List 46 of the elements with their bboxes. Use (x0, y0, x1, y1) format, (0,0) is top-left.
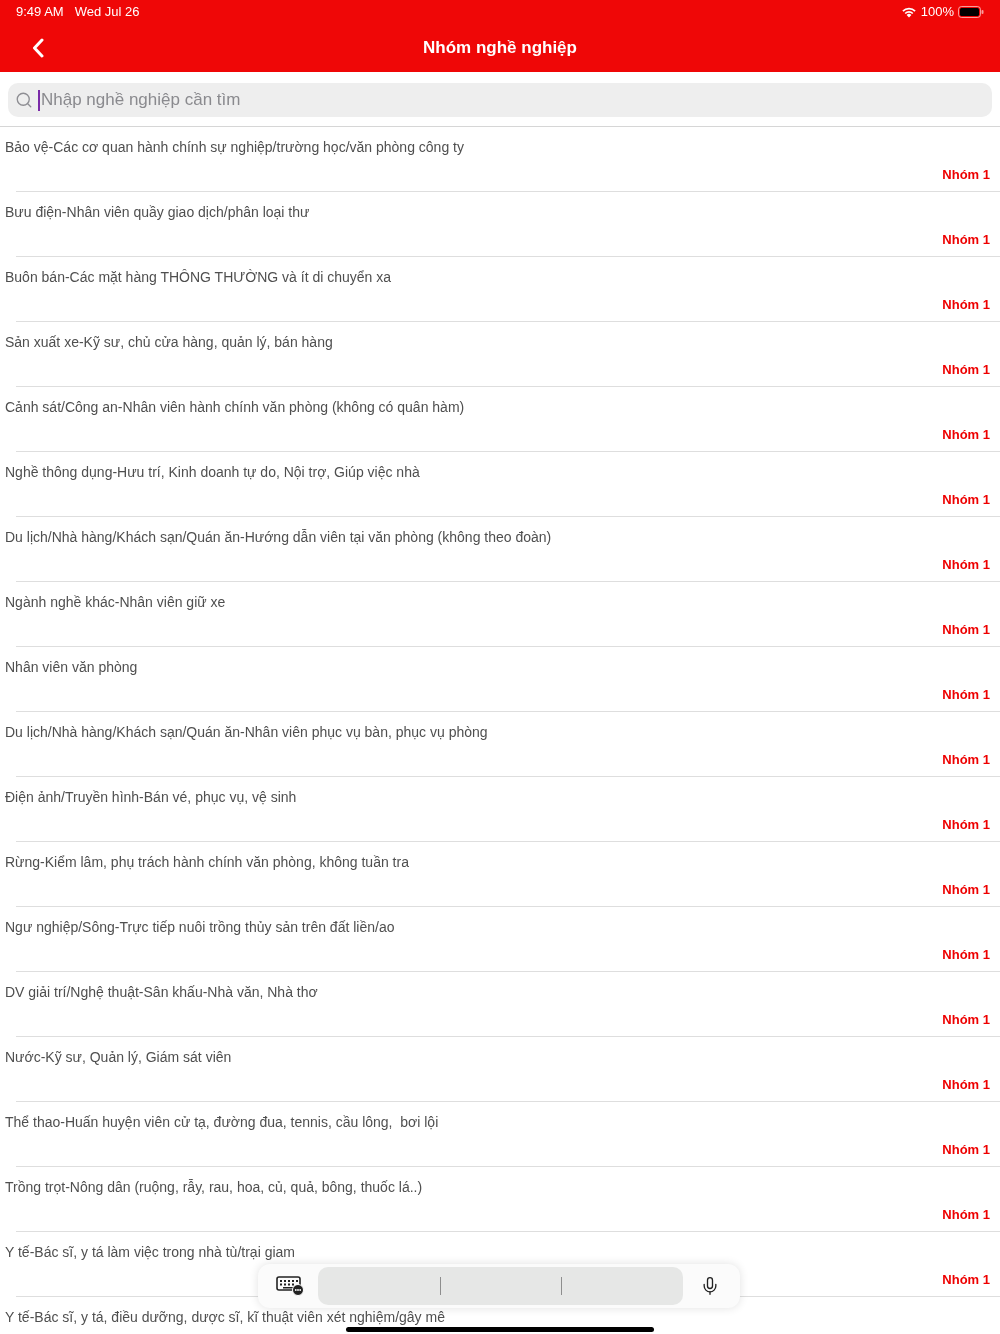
group-label: Nhóm 1 (942, 1012, 990, 1028)
occupation-name[interactable]: Cảnh sát/Công an-Nhân viên hành chính văn phòng (không có quân hàm) (0, 398, 465, 416)
occupation-name[interactable]: Du lịch/Nhà hàng/Khách sạn/Quán ăn-Nhân viên phục vụ bàn, phục vụ phòng (0, 723, 488, 741)
status-time: 9:49 AM (16, 3, 64, 22)
group-label: Nhóm 1 (942, 232, 990, 248)
occupation-name[interactable]: Y tế-Bác sĩ, y tá, điều dưỡng, dược sĩ, kĩ thuật viên xét nghiệm/gây mê (0, 1308, 445, 1326)
occupation-name[interactable]: Du lịch/Nhà hàng/Khách sạn/Quán ăn-Hướng dẫn viên tại văn phòng (không theo đoàn) (0, 528, 552, 546)
screen-title: Nhóm nghề nghiệp (423, 37, 577, 60)
group-label: Nhóm 1 (942, 492, 990, 508)
keyboard-icon[interactable] (276, 1276, 304, 1296)
group-label: Nhóm 1 (942, 362, 990, 378)
occupation-name[interactable]: Nước-Kỹ sư, Quản lý, Giám sát viên (0, 1048, 232, 1066)
occupation-name[interactable]: Nghề thông dụng-Hưu trí, Kinh doanh tự do, Nội trợ, Giúp việc nhà (0, 463, 420, 481)
occupation-name[interactable]: Y tế-Bác sĩ, y tá làm việc trong nhà tù/trại giam (0, 1243, 295, 1261)
occupation-name[interactable]: Nhân viên văn phòng (0, 658, 138, 676)
status-date: Wed Jul 26 (74, 3, 140, 22)
occupation-name[interactable]: Bưu điện-Nhân viên quầy giao dịch/phân loại thư (0, 203, 310, 221)
group-label: Nhóm 1 (942, 752, 990, 768)
wifi-icon (900, 6, 917, 18)
group-label: Nhóm 1 (942, 947, 990, 963)
group-label: Nhóm 1 (942, 1272, 990, 1288)
chevron-left-icon (32, 38, 44, 58)
battery-level: 100% (920, 3, 954, 22)
group-label: Nhóm 1 (942, 622, 990, 638)
occupation-name[interactable]: Sản xuất xe-Kỹ sư, chủ cửa hàng, quản lý, bán hàng (0, 333, 333, 351)
group-label: Nhóm 1 (942, 1142, 990, 1158)
group-label: Nhóm 1 (942, 297, 990, 313)
occupation-name[interactable]: Ngư nghiệp/Sông-Trực tiếp nuôi trồng thủy sản trên đất liền/ao (0, 918, 395, 936)
occupation-name[interactable]: Thể thao-Huấn huyện viên cử tạ, đường đua, tennis, cầu lông, bơi lội (0, 1113, 439, 1131)
occupation-name[interactable]: Trồng trọt-Nông dân (ruộng, rẫy, rau, hoa, củ, quả, bông, thuốc lá..) (0, 1178, 423, 1196)
group-label: Nhóm 1 (942, 687, 990, 703)
search-icon (15, 91, 33, 109)
battery-icon (958, 6, 984, 18)
group-label: Nhóm 1 (942, 817, 990, 833)
group-label: Nhóm 1 (942, 557, 990, 573)
occupation-name[interactable]: DV giải trí/Nghệ thuật-Sân khấu-Nhà văn, Nhà thơ (0, 983, 318, 1001)
group-label: Nhóm 1 (942, 167, 990, 183)
occupation-name[interactable]: Điện ảnh/Truyền hình-Bán vé, phục vụ, vệ sinh (0, 788, 297, 806)
group-label: Nhóm 1 (942, 1077, 990, 1093)
group-label: Nhóm 1 (942, 1207, 990, 1223)
occupation-name[interactable]: Buôn bán-Các mặt hàng THÔNG THƯỜNG và ít di chuyển xa (0, 268, 392, 286)
occupation-name[interactable]: Bảo vệ-Các cơ quan hành chính sự nghiệp/trường học/văn phòng công ty (0, 138, 464, 156)
occupation-name[interactable]: Ngành nghề khác-Nhân viên giữ xe (0, 593, 226, 611)
group-label: Nhóm 1 (942, 427, 990, 443)
occupation-name[interactable]: Rừng-Kiểm lâm, phụ trách hành chính văn phòng, không tuần tra (0, 853, 409, 871)
group-label: Nhóm 1 (942, 882, 990, 898)
